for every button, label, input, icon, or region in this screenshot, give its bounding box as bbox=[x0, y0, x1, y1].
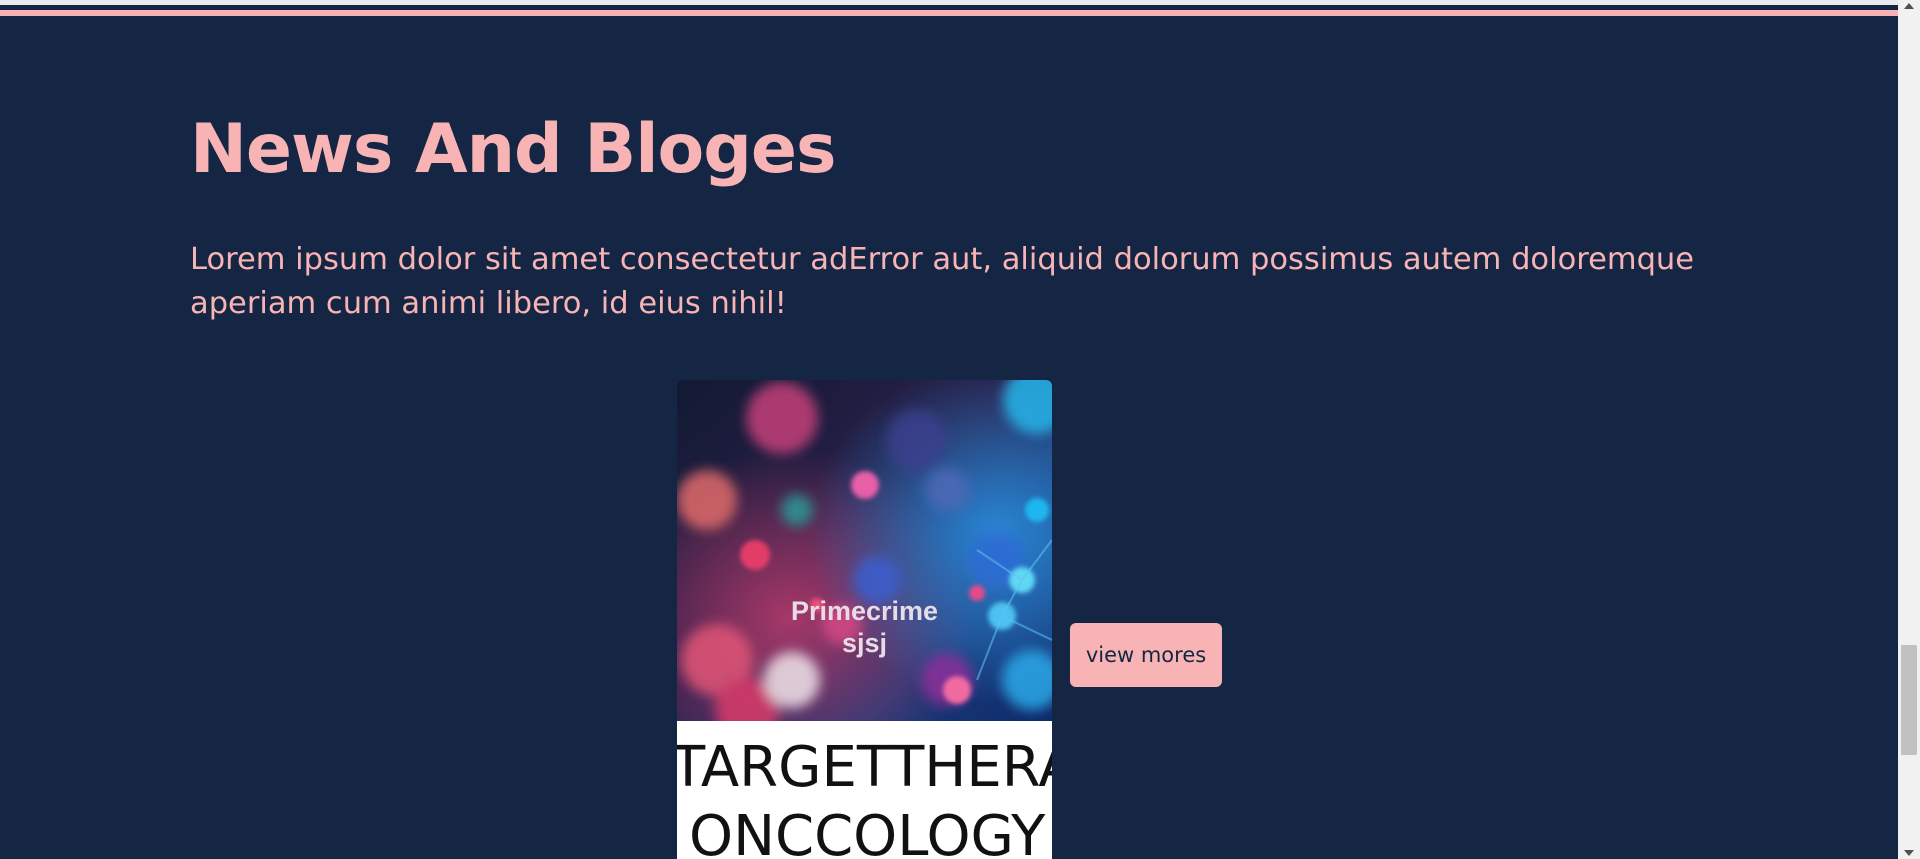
banner-line-1: TARGETTHERAPY bbox=[677, 735, 1052, 800]
bokeh-image bbox=[677, 380, 1052, 721]
view-more-button[interactable]: view mores bbox=[1070, 623, 1222, 687]
banner-line-2: ONCCOLOGY bbox=[689, 804, 1046, 859]
page: News And Bloges Lorem ipsum dolor sit am… bbox=[0, 0, 1920, 859]
section-description: Lorem ipsum dolor sit amet consectetur a… bbox=[190, 242, 1695, 321]
section-title: News And Bloges bbox=[190, 110, 837, 189]
vertical-scrollbar[interactable] bbox=[1898, 0, 1920, 859]
news-card[interactable]: Primecrime sjsj TARGETTHERAPY ONCCOLOGY bbox=[677, 380, 1052, 859]
news-card-caption-line1: Primecrime bbox=[790, 596, 939, 626]
news-card-banner: TARGETTHERAPY ONCCOLOGY bbox=[677, 721, 1052, 859]
chevron-up-icon[interactable] bbox=[1904, 3, 1914, 9]
chevron-down-icon[interactable] bbox=[1904, 850, 1914, 856]
news-card-caption-line2: sjsj bbox=[841, 628, 888, 658]
news-card-image: Primecrime sjsj bbox=[677, 380, 1052, 721]
top-accent-line bbox=[0, 10, 1898, 16]
news-card-caption[interactable]: Primecrime sjsj bbox=[677, 595, 1052, 659]
scrollbar-thumb[interactable] bbox=[1901, 645, 1917, 755]
